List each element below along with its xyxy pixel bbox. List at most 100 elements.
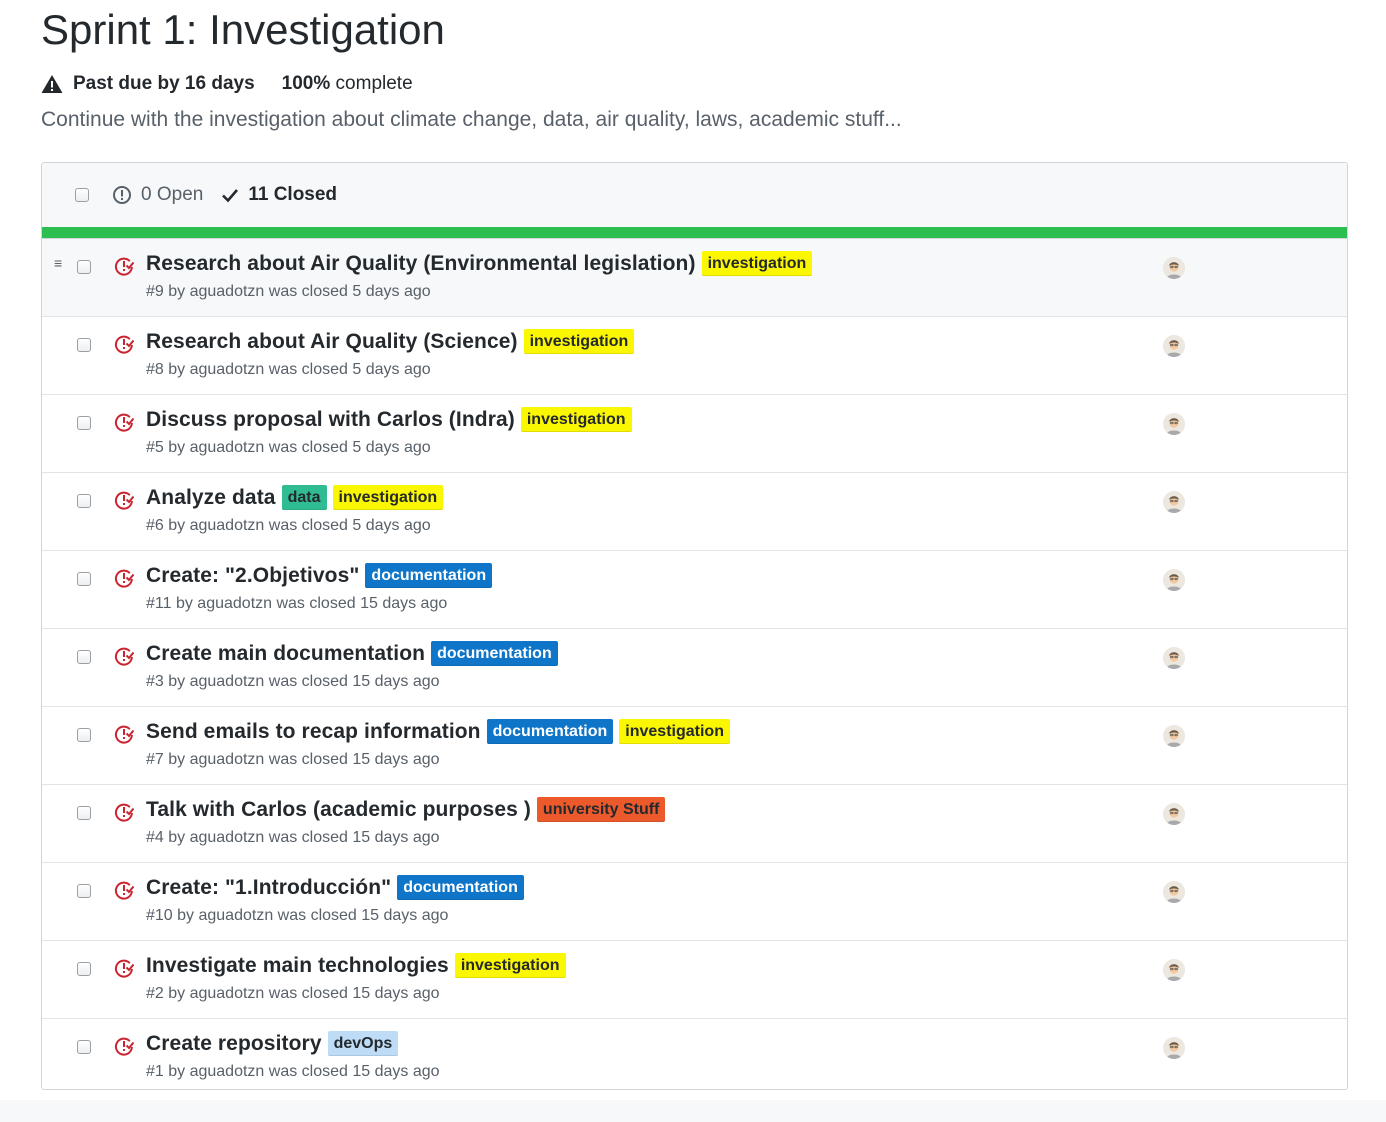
- issue-closed-icon: [114, 647, 134, 666]
- issue-closed-icon: [114, 881, 134, 900]
- issue-row[interactable]: Investigate main technologies investigati…: [42, 940, 1347, 1018]
- issue-closed-icon: [114, 413, 134, 432]
- issue-label-investigation[interactable]: investigation: [520, 407, 632, 432]
- issue-closed-icon: [114, 257, 134, 276]
- avatar[interactable]: [1163, 1037, 1185, 1059]
- footer-bar: [0, 1100, 1386, 1122]
- issue-title-line: Send emails to recap information document…: [146, 719, 730, 744]
- avatar[interactable]: [1163, 725, 1185, 747]
- issue-label-investigation[interactable]: investigation: [701, 251, 813, 276]
- closed-issues-label: 11 Closed: [248, 184, 338, 205]
- milestone-meta: Past due by 16 days 100% complete: [41, 72, 413, 96]
- issue-title-link[interactable]: Create repository: [146, 1032, 322, 1056]
- issue-checkbox[interactable]: [77, 416, 91, 430]
- issue-title-line: Research about Air Quality (Environmenta…: [146, 251, 813, 276]
- issue-title-link[interactable]: Investigate main technologies: [146, 954, 449, 978]
- issue-checkbox[interactable]: [77, 806, 91, 820]
- issue-label-data[interactable]: data: [281, 485, 327, 510]
- issue-label-documentation[interactable]: documentation: [486, 719, 614, 744]
- issue-meta: #4 by aguadotzn was closed 15 days ago: [146, 829, 440, 846]
- issue-title-line: Analyze data data investigation: [146, 485, 444, 510]
- issue-title-link[interactable]: Analyze data: [146, 486, 276, 510]
- issue-closed-icon: [114, 1037, 134, 1056]
- issue-row[interactable]: Discuss proposal with Carlos (Indra) inve…: [42, 394, 1347, 472]
- issue-meta: #7 by aguadotzn was closed 15 days ago: [146, 751, 440, 768]
- avatar[interactable]: [1163, 647, 1185, 669]
- issue-title-line: Talk with Carlos (academic purposes ) uni…: [146, 797, 666, 822]
- issue-checkbox[interactable]: [77, 572, 91, 586]
- issue-row[interactable]: Create: "1.Introducción" documentation #10…: [42, 862, 1347, 940]
- issue-row[interactable]: Research about Air Quality (Science) inve…: [42, 316, 1347, 394]
- completion-suffix: complete: [335, 73, 413, 94]
- issue-meta: #8 by aguadotzn was closed 5 days ago: [146, 361, 431, 378]
- issue-meta: #10 by aguadotzn was closed 15 days ago: [146, 907, 449, 924]
- issue-label-investigation[interactable]: investigation: [332, 485, 444, 510]
- issue-closed-icon: [114, 803, 134, 822]
- issue-title-link[interactable]: Discuss proposal with Carlos (Indra): [146, 408, 515, 432]
- issue-row[interactable]: Talk with Carlos (academic purposes ) uni…: [42, 784, 1347, 862]
- issue-closed-icon: [114, 335, 134, 354]
- issue-checkbox[interactable]: [77, 650, 91, 664]
- issue-checkbox[interactable]: [77, 728, 91, 742]
- issue-closed-icon: [114, 491, 134, 510]
- issue-label-investigation[interactable]: investigation: [523, 329, 635, 354]
- avatar[interactable]: [1163, 881, 1185, 903]
- issue-meta: #5 by aguadotzn was closed 5 days ago: [146, 439, 431, 456]
- avatar[interactable]: [1163, 257, 1185, 279]
- issue-row[interactable]: Create: "2.Objetivos" documentation #11 by…: [42, 550, 1347, 628]
- issue-meta: #2 by aguadotzn was closed 15 days ago: [146, 985, 440, 1002]
- issue-label-university[interactable]: university Stuff: [536, 797, 666, 822]
- open-issues-label: 0 Open: [141, 184, 204, 205]
- issue-closed-icon: [114, 569, 134, 588]
- avatar[interactable]: [1163, 803, 1185, 825]
- issue-title-link[interactable]: Research about Air Quality (Science): [146, 330, 518, 354]
- issue-title-link[interactable]: Send emails to recap information: [146, 720, 481, 744]
- issue-label-investigation[interactable]: investigation: [454, 953, 566, 978]
- issue-checkbox[interactable]: [77, 962, 91, 976]
- issue-closed-icon: [114, 725, 134, 744]
- issue-label-devops[interactable]: devOps: [327, 1031, 399, 1056]
- drag-handle-icon[interactable]: ≡: [54, 256, 62, 270]
- check-icon: [222, 189, 239, 203]
- issue-row[interactable]: Analyze data data investigation #6 by aguad…: [42, 472, 1347, 550]
- avatar[interactable]: [1163, 959, 1185, 981]
- past-due-text: Past due by 16 days: [73, 73, 255, 94]
- issue-title-link[interactable]: Talk with Carlos (academic purposes ): [146, 798, 531, 822]
- issue-checkbox[interactable]: [77, 1040, 91, 1054]
- issue-checkbox[interactable]: [77, 494, 91, 508]
- avatar[interactable]: [1163, 335, 1185, 357]
- issue-title-line: Create: "2.Objetivos" documentation: [146, 563, 493, 588]
- completion-text: 100% complete: [282, 73, 413, 95]
- avatar[interactable]: [1163, 413, 1185, 435]
- milestone-progress-bar: [42, 227, 1347, 239]
- issue-checkbox[interactable]: [77, 338, 91, 352]
- issue-title-line: Create repository devOps: [146, 1031, 399, 1056]
- issue-meta: #6 by aguadotzn was closed 5 days ago: [146, 517, 431, 534]
- issue-title-link[interactable]: Research about Air Quality (Environmenta…: [146, 252, 696, 276]
- issue-title-line: Create: "1.Introducción" documentation: [146, 875, 524, 900]
- open-issues-tab[interactable]: 0 Open: [112, 184, 203, 206]
- issue-checkbox[interactable]: [77, 260, 91, 274]
- progress-fill: [42, 227, 1347, 238]
- issues-header: 0 Open 11 Closed: [42, 163, 1347, 227]
- avatar[interactable]: [1163, 491, 1185, 513]
- issue-label-documentation[interactable]: documentation: [431, 641, 558, 666]
- issue-title-line: Discuss proposal with Carlos (Indra) inve…: [146, 407, 632, 432]
- closed-issues-tab[interactable]: 11 Closed: [221, 184, 337, 206]
- issue-row[interactable]: ≡ Research about Air Quality (Environment…: [42, 239, 1347, 316]
- issue-checkbox[interactable]: [77, 884, 91, 898]
- issue-label-documentation[interactable]: documentation: [397, 875, 524, 900]
- select-all-checkbox[interactable]: [75, 188, 89, 202]
- issue-list: ≡ Research about Air Quality (Environment…: [42, 239, 1347, 1089]
- issue-title-link[interactable]: Create main documentation: [146, 642, 425, 666]
- issue-title-link[interactable]: Create: "2.Objetivos": [146, 564, 359, 588]
- issue-label-investigation[interactable]: investigation: [619, 719, 730, 744]
- issue-title-line: Create main documentation documentation: [146, 641, 558, 666]
- issue-title-link[interactable]: Create: "1.Introducción": [146, 876, 391, 900]
- issue-label-documentation[interactable]: documentation: [365, 563, 493, 588]
- issue-row[interactable]: Send emails to recap information document…: [42, 706, 1347, 784]
- issue-row[interactable]: Create repository devOps #1 by aguadotzn w…: [42, 1018, 1347, 1089]
- avatar[interactable]: [1163, 569, 1185, 591]
- issue-title-line: Research about Air Quality (Science) inve…: [146, 329, 635, 354]
- issue-row[interactable]: Create main documentation documentation #3…: [42, 628, 1347, 706]
